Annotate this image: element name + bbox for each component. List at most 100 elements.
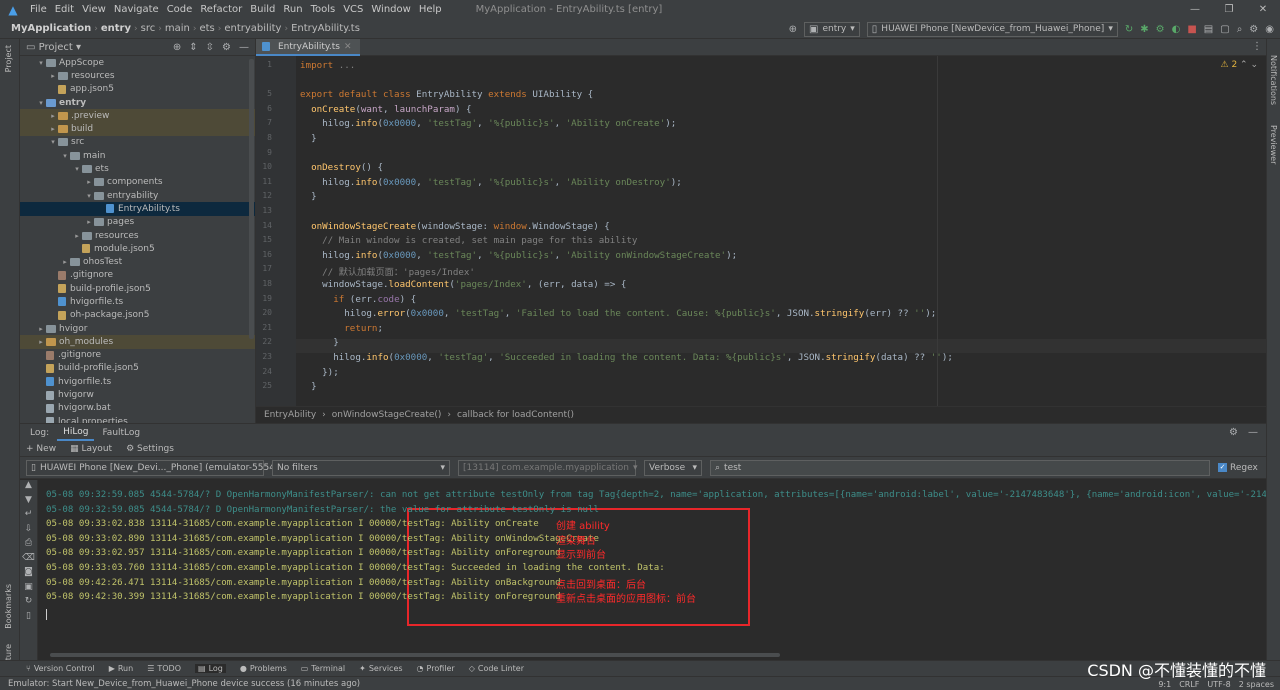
close-icon[interactable]: ✕ [1246,0,1280,19]
code-line[interactable]: onDestroy() { [300,162,383,173]
toolwindow-log[interactable]: ▤ Log [195,664,226,673]
menu-item-run[interactable]: Run [279,4,306,15]
chevron-right-icon[interactable]: ▸ [84,218,94,226]
print-icon[interactable]: ⎙ [20,538,37,553]
tree-item[interactable]: hvigorw [20,388,255,401]
hide-panel-icon[interactable]: — [1248,427,1258,438]
menu-item-edit[interactable]: Edit [51,4,78,15]
chevron-down-icon[interactable]: ▾ [36,59,46,67]
menu-item-code[interactable]: Code [163,4,197,15]
sdk-manager-icon[interactable]: ▤ [1204,24,1213,35]
device-combo[interactable]: ▯ HUAWEI Phone [NewDevice_from_Huawei_Pho… [866,21,1118,37]
menu-item-vcs[interactable]: VCS [339,4,367,15]
project-title[interactable]: Project [39,42,73,53]
log-search-input[interactable]: ⌕ test [710,459,1210,476]
breadcrumb-item[interactable]: EntryAbility.ts [288,23,363,34]
tree-item[interactable]: ▸ hvigor [20,322,255,335]
debug-icon[interactable]: ✱ [1140,24,1148,35]
settings-gear-icon[interactable]: ⚙ [1249,24,1258,35]
scroll-up-icon[interactable]: ▲ [20,480,37,495]
tab-entryability[interactable]: EntryAbility.ts ✕ [256,39,360,56]
bookmarks-side-tab[interactable]: Bookmarks [4,584,13,629]
menu-item-file[interactable]: File [26,4,51,15]
tree-item[interactable]: local.properties [20,415,255,423]
chevron-down-icon[interactable]: ▾ [76,42,81,53]
chevron-down-icon[interactable]: ▾ [60,152,70,160]
tree-scrollbar[interactable] [249,59,254,339]
search-icon[interactable]: ⌕ [1237,24,1243,35]
previewer-side-tab[interactable]: Previewer [1269,125,1278,164]
tree-item[interactable]: hvigorw.bat [20,402,255,415]
collapse-all-icon[interactable]: ⇳ [206,42,214,53]
menu-item-refactor[interactable]: Refactor [196,4,246,15]
chevron-down-icon[interactable]: ▾ [48,138,58,146]
minimize-icon[interactable]: — [1178,0,1212,19]
soft-wrap-icon[interactable]: ↵ [20,509,37,524]
code-line[interactable]: import ... [300,60,355,71]
scroll-down-icon[interactable]: ▼ [20,495,37,510]
tree-item[interactable]: ▸ resources [20,69,255,82]
target-icon[interactable]: ⊕ [789,24,797,35]
log-process-select[interactable]: [13114] com.example.myapplication ▾ [458,459,637,476]
toolwindow-profiler[interactable]: ◔ Profiler [417,664,455,673]
tree-item[interactable]: ▾ AppScope [20,56,255,69]
code-line[interactable]: hilog.error(0x0000, 'testTag', 'Failed t… [300,308,936,319]
toolwindow-code-linter[interactable]: ◇ Code Linter [469,664,524,673]
tree-item[interactable]: ▾ src [20,136,255,149]
tree-item[interactable]: ▸ components [20,176,255,189]
toolwindow-terminal[interactable]: ▭ Terminal [301,664,345,673]
chevron-right-icon[interactable]: ▸ [60,258,70,266]
tree-item[interactable]: app.json5 [20,83,255,96]
toolwindow-problems[interactable]: ● Problems [240,664,287,673]
code-line[interactable]: } [300,133,317,144]
code-line[interactable]: onCreate(want, launchParam) { [300,104,472,115]
log-settings-gear-icon[interactable]: ⚙ [1229,427,1238,438]
code-line[interactable]: hilog.info(0x0000, 'testTag', '%{public}… [300,250,737,261]
menu-item-navigate[interactable]: Navigate [110,4,163,15]
notifications-side-tab[interactable]: Notifications [1269,55,1278,105]
device-manager-icon[interactable]: ▢ [1220,24,1229,35]
new-log-button[interactable]: + New [26,444,56,454]
rerun-icon[interactable]: ↻ [1125,24,1133,35]
chevron-down-icon[interactable]: ▾ [84,192,94,200]
menu-item-tools[interactable]: Tools [307,4,340,15]
tree-item[interactable]: ▸ build [20,122,255,136]
code-line[interactable]: hilog.info(0x0000, 'testTag', 'Succeeded… [300,352,953,363]
code-line[interactable]: } [300,191,317,202]
tree-item[interactable]: .gitignore [20,349,255,362]
toolwindow-services[interactable]: ✦ Services [359,664,402,673]
chevron-right-icon[interactable]: ▸ [36,338,46,346]
tab-list-icon[interactable]: ⋮ [1252,41,1262,52]
breadcrumb-item[interactable]: MyApplication [8,23,94,34]
code-line[interactable]: hilog.info(0x0000, 'testTag', '%{public}… [300,118,676,129]
chevron-right-icon[interactable]: ▸ [48,112,58,120]
screenshot-icon[interactable]: ◙ [20,567,37,582]
log-level-select[interactable]: Verbose ▾ [644,459,702,476]
code-line[interactable]: }); [300,367,339,378]
tree-item[interactable]: hvigorfile.ts [20,295,255,308]
tree-item[interactable]: build-profile.json5 [20,282,255,295]
code-line[interactable]: } [300,381,317,392]
log-device-select[interactable]: ▯ HUAWEI Phone [New_Devi..._Phone] (emula… [26,459,287,476]
breadcrumb-item[interactable]: main [162,23,193,34]
tree-item[interactable]: ▾ main [20,149,255,162]
code-line[interactable]: windowStage.loadContent('pages/Index', (… [300,279,626,290]
locate-icon[interactable]: ⊕ [173,42,181,53]
restart-icon[interactable]: ↻ [20,596,37,611]
tree-item[interactable]: ▾ entry [20,96,255,109]
hide-icon[interactable]: — [239,42,249,53]
code-editor[interactable]: import ... export default class EntryAbil… [296,56,1266,406]
tree-item[interactable]: ▸ .preview [20,109,255,123]
chevron-right-icon[interactable]: ▸ [36,325,46,333]
toolwindow-run[interactable]: ▶ Run [109,664,134,673]
tree-item[interactable]: ▸ pages [20,216,255,229]
tree-item[interactable]: EntryAbility.ts [20,202,255,216]
clear-log-icon[interactable]: ⌫ [20,553,37,568]
menu-item-window[interactable]: Window [367,4,414,15]
breadcrumb-item[interactable]: ets [196,23,217,34]
breadcrumb-item[interactable]: src [138,23,159,34]
module-combo[interactable]: ▣ entry ▾ [804,21,860,37]
scroll-to-end-icon[interactable]: ⇩ [20,524,37,539]
chevron-right-icon[interactable]: ▸ [72,232,82,240]
log-filter-select[interactable]: No filters ▾ [272,459,450,476]
